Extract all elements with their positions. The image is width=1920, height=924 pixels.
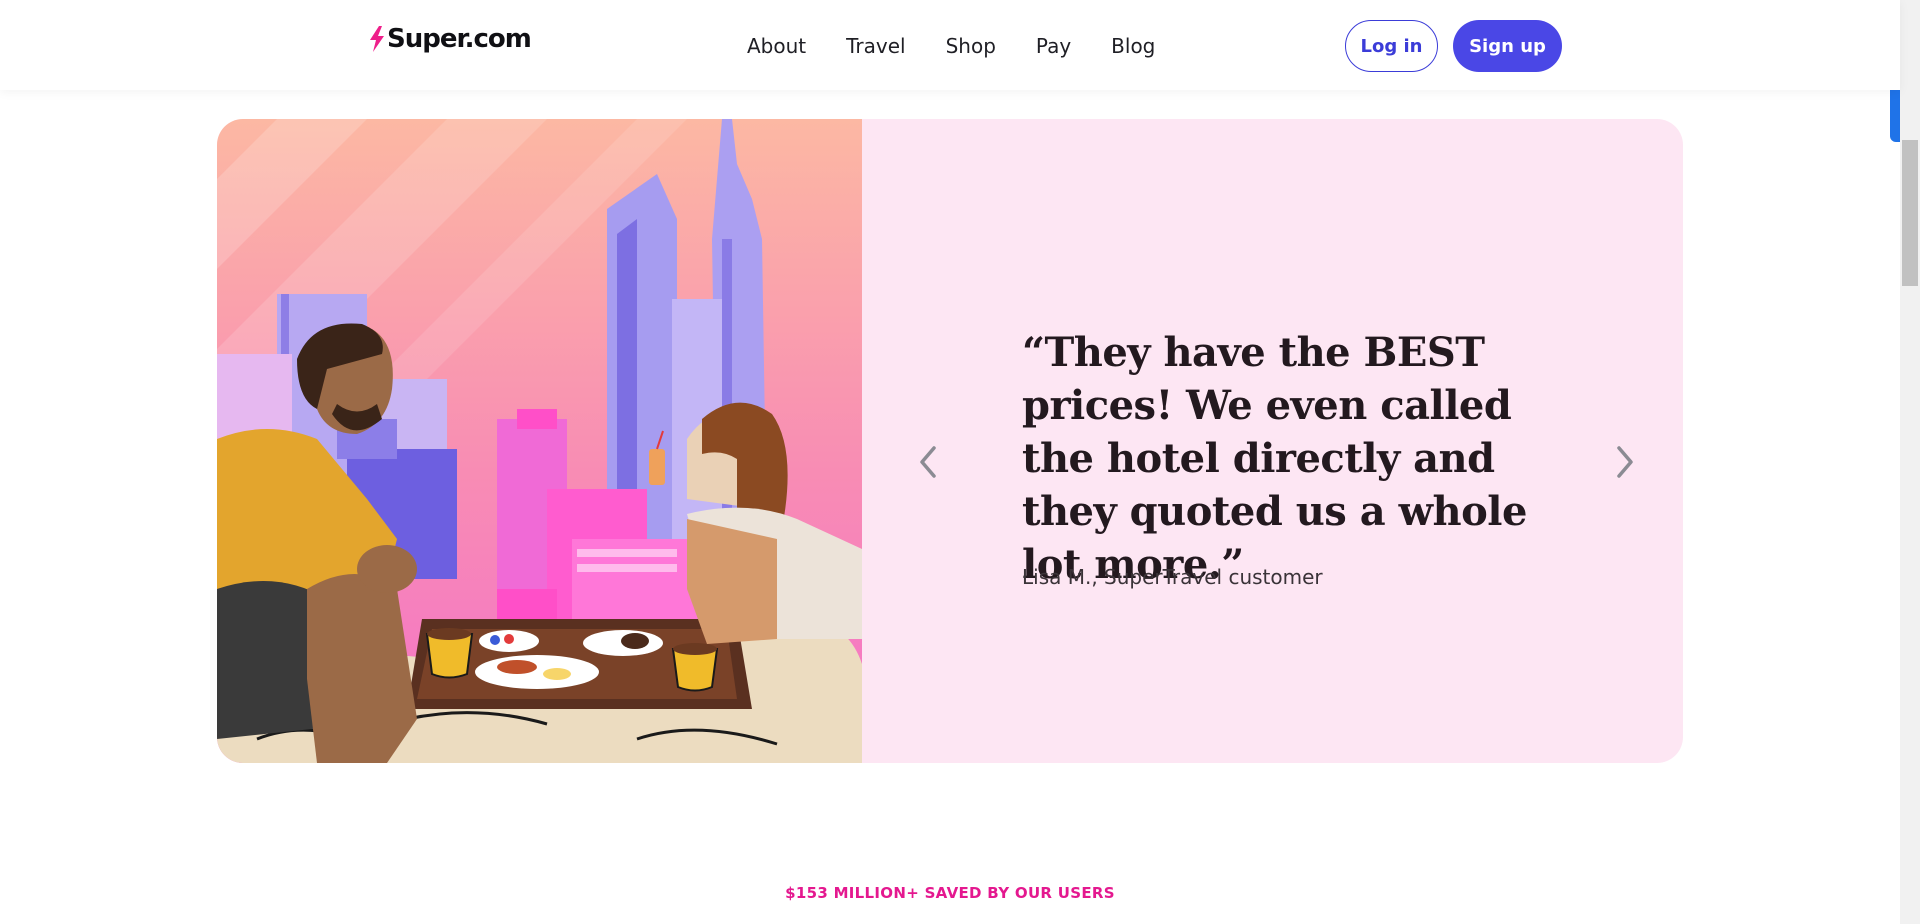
nav-about[interactable]: About [747,30,806,62]
nav-shop[interactable]: Shop [946,30,996,62]
logo[interactable]: Super.com [368,24,532,54]
breakfast-illustration [217,119,862,763]
logo-text: Super.com [387,24,532,54]
prev-testimonial-button[interactable] [910,440,946,484]
nav-pay[interactable]: Pay [1036,30,1071,62]
nav-blog[interactable]: Blog [1111,30,1155,62]
testimonial-author: Lisa M., SuperTravel customer [1022,565,1323,589]
site-header: Super.com About Travel Shop Pay Blog Log… [0,0,1900,90]
bolt-icon [370,26,384,52]
nav-travel[interactable]: Travel [846,30,905,62]
signup-button[interactable]: Sign up [1453,20,1562,72]
main-nav: About Travel Shop Pay Blog [747,30,1155,62]
testimonial-card: “They have the BEST prices! We even call… [217,119,1683,763]
savings-stat: $153 MILLION+ SAVED BY OUR USERS [785,884,1115,902]
login-button[interactable]: Log in [1345,20,1438,72]
chevron-right-icon [1617,446,1633,478]
testimonial-quote: “They have the BEST prices! We even call… [1022,329,1527,588]
next-testimonial-button[interactable] [1607,440,1643,484]
scrollbar-thumb[interactable] [1902,140,1918,286]
scrollbar-track[interactable] [1900,0,1920,924]
chevron-left-icon [920,446,936,478]
